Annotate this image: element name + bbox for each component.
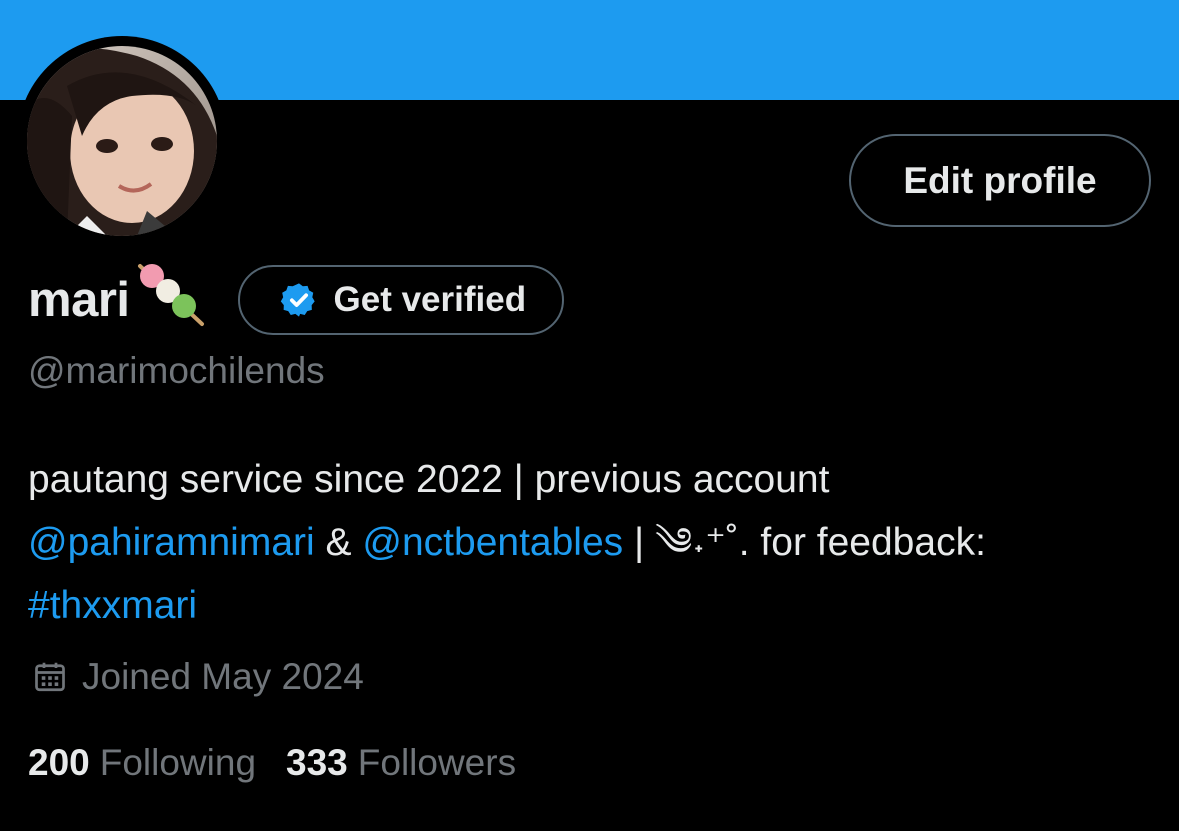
verified-check-icon <box>280 281 318 319</box>
bio-line-1: pautang service since 2022 | previous ac… <box>28 458 830 501</box>
profile-stats: 200 Following 333 Followers <box>28 742 516 784</box>
dango-icon <box>132 262 208 333</box>
mention-link-nctbentables[interactable]: @nctbentables <box>362 521 623 564</box>
name-row: mari Get verified <box>28 262 565 338</box>
calendar-icon <box>32 659 68 695</box>
profile-bio: pautang service since 2022 | previous ac… <box>28 448 1148 637</box>
edit-profile-button[interactable]: Edit profile <box>849 134 1151 227</box>
get-verified-label: Get verified <box>333 280 527 319</box>
following-count: 200 <box>28 742 90 783</box>
avatar-ring <box>17 36 227 246</box>
bio-ampersand: & <box>325 521 352 564</box>
joined-date: Joined May 2024 <box>32 656 364 698</box>
followers-count: 333 <box>286 742 348 783</box>
mention-link-pahiramnimari[interactable]: @pahiramnimari <box>28 521 315 564</box>
bio-feedback-text: | ༄˖⁺˚. for feedback: <box>623 521 986 564</box>
joined-label: Joined May 2024 <box>82 656 364 697</box>
followers-link[interactable]: 333 Followers <box>286 742 516 784</box>
avatar[interactable] <box>27 46 217 236</box>
hashtag-link-thxxmari[interactable]: #thxxmari <box>28 584 197 627</box>
bio-line-2: @pahiramnimari & @nctbentables | ༄˖⁺˚. f… <box>28 511 1148 574</box>
get-verified-button[interactable]: Get verified <box>237 265 565 335</box>
following-link[interactable]: 200 Following <box>28 742 256 784</box>
followers-label: Followers <box>357 742 517 783</box>
profile-handle: @marimochilends <box>28 350 325 391</box>
following-label: Following <box>99 742 257 783</box>
bio-line-3: #thxxmari <box>28 574 1148 637</box>
display-name: mari <box>28 273 130 327</box>
